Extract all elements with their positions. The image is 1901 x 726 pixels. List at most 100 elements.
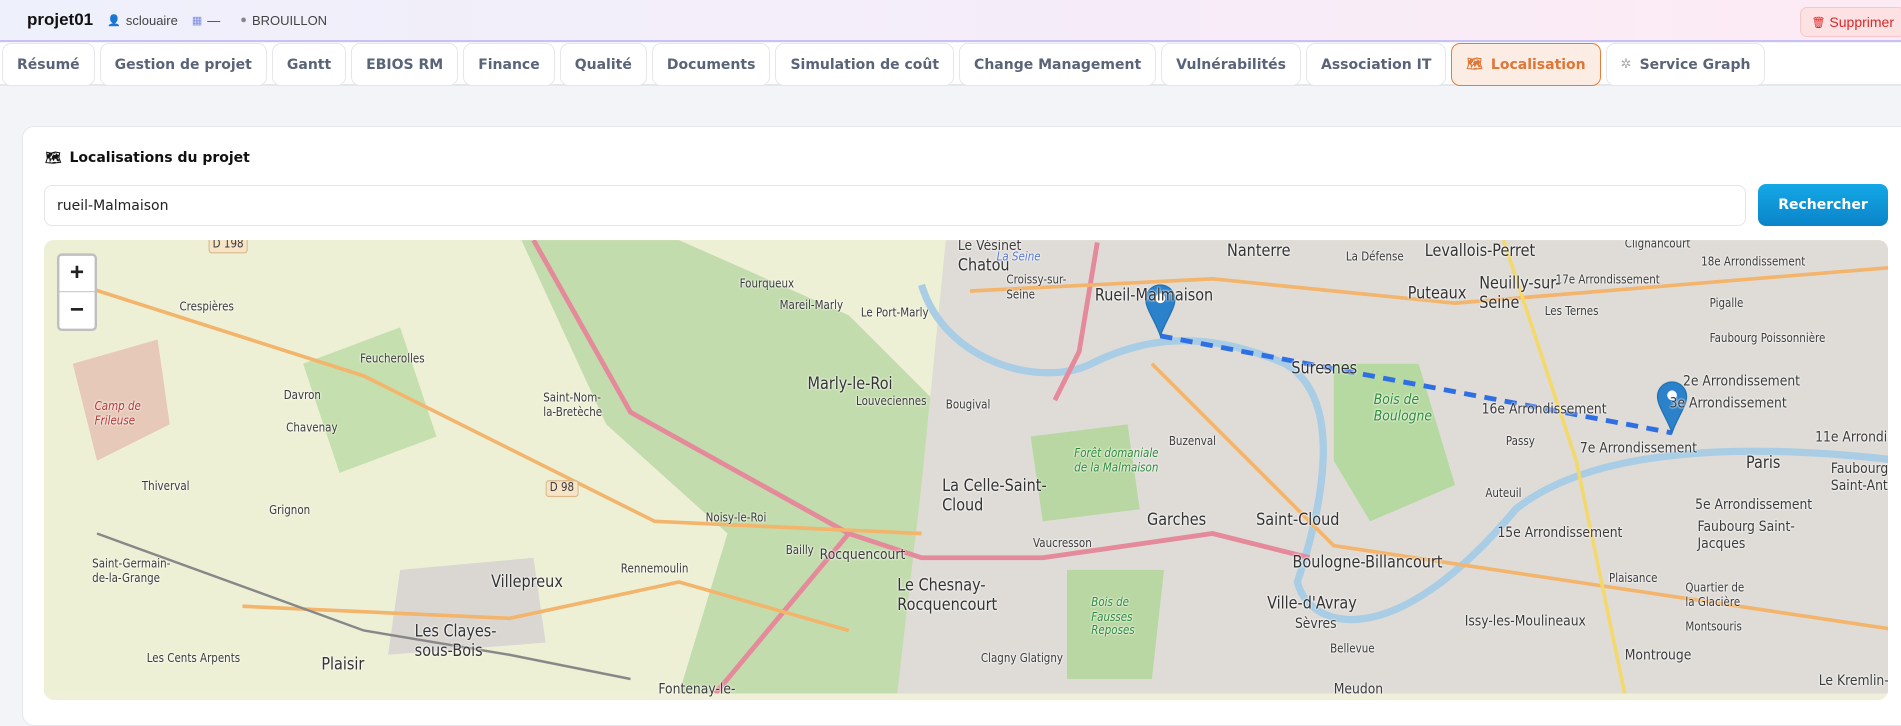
map-label: 2e Arrondissement	[1682, 372, 1801, 390]
status-label: BROUILLON	[251, 12, 328, 28]
tab-service-graph[interactable]: ✲ Service Graph	[1605, 43, 1766, 86]
map-tiles: Le Vésinet Chatou Nanterre La Défense Le…	[44, 240, 1888, 697]
map-label: Bougival	[945, 398, 991, 413]
project-title: projet01	[27, 10, 94, 29]
map-label: Bois de Boulogne	[1373, 390, 1432, 425]
tab-bar: Résumé Gestion de projet Gantt EBIOS RM …	[0, 43, 1901, 86]
tab-localisation[interactable]: 🗺 Localisation	[1451, 43, 1601, 86]
map-label: Forêt domaniale de la Malmaison	[1074, 447, 1159, 475]
map-label: 11e Arrondissement	[1815, 428, 1888, 445]
map-label: Louveciennes	[856, 395, 927, 409]
map-label: La Défense	[1345, 250, 1404, 265]
map-label: Chavenay	[286, 421, 338, 436]
map-label: Quartier de la Glacière	[1685, 582, 1745, 610]
map-label: Pigalle	[1709, 297, 1744, 311]
map-label: Sèvres	[1294, 614, 1337, 632]
project-owner: 👤 sclouaire	[107, 13, 178, 28]
map-label: 17e Arrondissement	[1555, 274, 1660, 288]
map-label: Clignancourt	[1624, 240, 1691, 251]
map-label: Faubourg Saint- Jacques	[1697, 517, 1795, 552]
map-label: Vaucresson	[1033, 537, 1092, 551]
map-label: Les Ternes	[1544, 305, 1599, 319]
map-label: Villepreux	[491, 572, 563, 592]
map-label: Le Kremlin-	[1818, 671, 1888, 689]
network-icon: ✲	[1620, 57, 1632, 72]
map-label: Buzenval	[1168, 435, 1217, 449]
map-label: Rennemoulin	[620, 562, 689, 576]
tab-label: Localisation	[1490, 56, 1586, 73]
map-label: Clagny Glatigny	[980, 652, 1063, 666]
map-label: 18e Arrondissement	[1701, 255, 1806, 270]
delete-label: Supprimer	[1829, 14, 1894, 30]
project-header: projet01 👤 sclouaire ▦ — ● BROUILLON 🗑 Suppr…	[0, 0, 1901, 42]
section-title-text: Localisations du projet	[69, 150, 250, 166]
map-icon: 🗺	[45, 150, 62, 166]
map-label: Les Clayes- sous-Bois	[414, 622, 497, 661]
tab-ebios-rm[interactable]: EBIOS RM	[351, 43, 459, 86]
map-label: Auteuil	[1485, 487, 1522, 501]
map-label: 7e Arrondissement	[1579, 438, 1697, 456]
tab-label: Service Graph	[1639, 56, 1751, 73]
map-label: Saint-Cloud	[1256, 510, 1340, 530]
map-label: Fontenay-le-	[658, 680, 736, 698]
map-label: Marly-le-Roi	[807, 374, 893, 395]
map-label: 5e Arrondissement	[1695, 495, 1813, 513]
tab-change-management[interactable]: Change Management	[959, 43, 1157, 86]
map-label: Feucherolles	[360, 352, 425, 367]
map-label: Crespières	[179, 300, 234, 315]
zoom-control: + −	[56, 253, 97, 332]
map-label: Saint-Nom- la-Bretèche	[543, 391, 603, 419]
map-label: Rueil-Malmaison	[1094, 286, 1214, 306]
map-label: La Celle-Saint- Cloud	[942, 476, 1047, 516]
map[interactable]: Le Vésinet Chatou Nanterre La Défense Le…	[44, 240, 1888, 700]
map-label: Garches	[1147, 510, 1207, 530]
user-icon: 👤	[107, 14, 121, 27]
map-label: Issy-les-Moulineaux	[1464, 612, 1586, 630]
location-search-input[interactable]	[44, 185, 1746, 226]
dot-icon: ●	[240, 14, 247, 26]
map-label: Meudon	[1333, 680, 1384, 698]
map-label: Bailly	[785, 544, 814, 558]
section-title: 🗺 Localisations du projet	[45, 150, 250, 166]
map-label: Suresnes	[1291, 358, 1358, 379]
map-background	[44, 240, 1888, 694]
map-label: Plaisir	[321, 654, 365, 675]
map-label: Passy	[1505, 435, 1535, 449]
map-label: La Seine	[996, 250, 1041, 265]
map-label: Nanterre	[1227, 241, 1291, 261]
tab-vulnerabilites[interactable]: Vulnérabilités	[1161, 43, 1302, 86]
map-label: Puteaux	[1407, 283, 1467, 304]
map-label: Noisy-le-Roi	[705, 511, 767, 526]
map-label: Boulogne-Billancourt	[1292, 552, 1443, 573]
map-label: Les Cents Arpents	[146, 652, 241, 666]
map-label: 3e Arrondissement	[1669, 394, 1787, 412]
tab-qualite[interactable]: Qualité	[559, 43, 647, 86]
map-label: Le Chesnay- Rocquencourt	[897, 575, 998, 615]
tab-association-it[interactable]: Association IT	[1306, 43, 1447, 86]
tab-finance[interactable]: Finance	[463, 43, 555, 86]
search-button[interactable]: Rechercher	[1758, 184, 1888, 226]
delete-button[interactable]: 🗑 Supprimer	[1800, 7, 1901, 37]
tab-documents[interactable]: Documents	[651, 43, 771, 86]
map-label: Mareil-Marly	[779, 299, 844, 313]
owner-name: sclouaire	[125, 12, 178, 28]
trash-icon: 🗑	[1811, 16, 1826, 29]
tab-gantt[interactable]: Gantt	[271, 43, 347, 86]
calendar-icon: ▦	[191, 14, 203, 27]
map-label: Thiverval	[141, 480, 190, 494]
map-label: Grignon	[269, 504, 311, 518]
map-label: Plaisance	[1608, 572, 1658, 586]
map-label: 15e Arrondissement	[1497, 523, 1623, 541]
tab-gestion-de-projet[interactable]: Gestion de projet	[99, 43, 267, 86]
zoom-in-button[interactable]: +	[59, 256, 95, 293]
map-label: Camp de Frileuse	[94, 400, 141, 428]
map-label: 16e Arrondissement	[1481, 400, 1607, 418]
tab-simulation-de-cout[interactable]: Simulation de coût	[775, 43, 955, 86]
map-label: Fourqueux	[739, 277, 795, 291]
status-badge: ● BROUILLON	[240, 13, 327, 28]
map-label: Saint-Germain- de-la-Grange	[92, 557, 171, 586]
zoom-out-button[interactable]: −	[59, 292, 94, 328]
map-icon: 🗺	[1466, 57, 1483, 72]
map-label: Le Port-Marly	[860, 306, 929, 321]
tab-resume[interactable]: Résumé	[2, 43, 95, 86]
